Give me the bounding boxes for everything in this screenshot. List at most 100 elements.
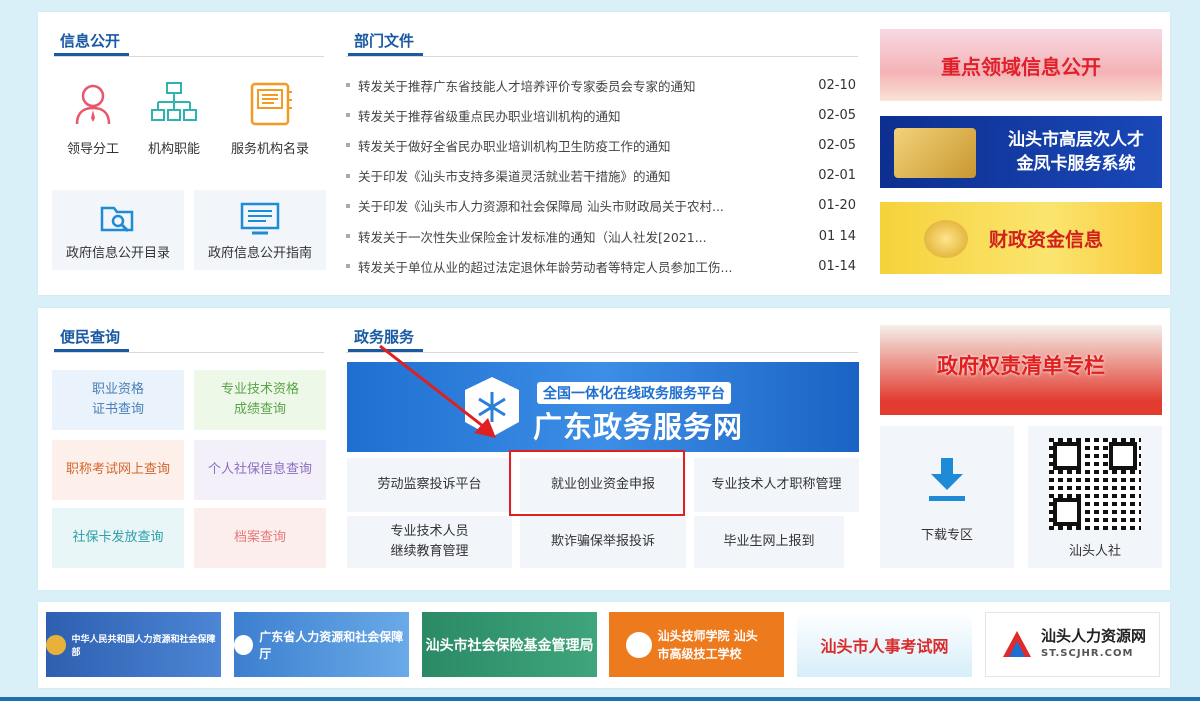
power-list-banner[interactable]: 政府权责清单专栏 bbox=[880, 325, 1162, 415]
qr-code-image bbox=[1049, 438, 1141, 530]
doc-date: 01-14 bbox=[818, 258, 856, 274]
hr-network-logo-icon bbox=[1002, 630, 1031, 657]
doc-title[interactable]: 关于印发《汕头市人力资源和社会保障局 汕头市财政局关于农村... bbox=[358, 196, 811, 215]
person-icon bbox=[75, 84, 111, 125]
query-label: 社保卡发放查询 bbox=[72, 530, 164, 545]
fraud-report-button[interactable]: 欺诈骗保举报投诉 bbox=[520, 516, 686, 568]
download-zone-button[interactable]: 下载专区 bbox=[880, 426, 1014, 568]
emblem-icon bbox=[234, 634, 254, 655]
service-directory-link[interactable]: 服务机构名录 bbox=[220, 80, 320, 157]
continuing-education-button[interactable]: 专业技术人员 继续教育管理 bbox=[347, 516, 512, 568]
query-label: 职业资格 bbox=[91, 382, 144, 397]
annotation-arrow-icon bbox=[379, 344, 496, 438]
bank-card-image bbox=[894, 128, 976, 178]
fiscal-fund-label: 财政资金信息 bbox=[988, 228, 1103, 251]
social-card-query-button[interactable]: 社保卡发放查询 bbox=[52, 508, 184, 568]
gd-hrss-link[interactable]: 广东省人力资源和社会保障厅 bbox=[234, 612, 409, 677]
service-label: 毕业生网上报到 bbox=[723, 534, 815, 549]
query-label: 职称考试网上查询 bbox=[65, 462, 170, 477]
service-directory-label: 服务机构名录 bbox=[230, 142, 309, 157]
doc-title[interactable]: 转发关于做好全省民办职业培训机构卫生防疫工作的通知 bbox=[358, 136, 811, 155]
search-folder-icon bbox=[100, 206, 134, 233]
link-sublabel: ST.SCJHR.COM bbox=[1040, 647, 1134, 659]
key-area-info-label: 重点领域信息公开 bbox=[941, 54, 1101, 79]
professional-title-management-button[interactable]: 专业技术人才职称管理 bbox=[694, 458, 859, 512]
download-icon bbox=[929, 458, 965, 501]
link-label: 汕头人力资源网 bbox=[1040, 626, 1146, 645]
doc-item[interactable]: 转发关于做好全省民办职业培训机构卫生防疫工作的通知 02-05 bbox=[346, 130, 856, 160]
query-label: 个人社保信息查询 bbox=[207, 462, 312, 477]
talent-card-line2: 金凤卡服务系统 bbox=[1016, 154, 1136, 174]
query-label: 成绩查询 bbox=[233, 402, 286, 417]
qualification-cert-query-button[interactable]: 职业资格 证书查询 bbox=[52, 370, 184, 430]
gov-info-guide-label: 政府信息公开指南 bbox=[207, 246, 312, 261]
link-label: 中华人民共和国人力资源和社会保障部 bbox=[71, 634, 216, 658]
doc-item[interactable]: 转发关于推荐省级重点民办职业培训机构的通知 02-05 bbox=[346, 100, 856, 130]
key-area-info-banner[interactable]: 重点领域信息公开 bbox=[880, 29, 1162, 101]
doc-date: 02-10 bbox=[818, 77, 856, 93]
title-exam-query-button[interactable]: 职称考试网上查询 bbox=[52, 440, 184, 500]
st-personnel-exam-link[interactable]: 汕头市人事考试网 bbox=[797, 612, 972, 677]
section-title-docs: 部门文件 bbox=[348, 30, 423, 56]
emblem-icon bbox=[46, 634, 66, 655]
doc-item[interactable]: 转发关于一次性失业保险金计发标准的通知（汕人社发[2021... 01 14 bbox=[346, 221, 856, 251]
labor-inspection-complaint-button[interactable]: 劳动监察投诉平台 bbox=[347, 458, 512, 512]
org-function-label: 机构职能 bbox=[147, 142, 200, 157]
talent-card-line1: 汕头市高层次人才 bbox=[1008, 130, 1144, 150]
gov-info-guide-button[interactable]: 政府信息公开指南 bbox=[194, 190, 326, 270]
service-label: 专业技术人员 bbox=[390, 524, 469, 539]
link-label: 汕头技师学院 汕头市高级技工学校 bbox=[657, 628, 758, 661]
doc-item[interactable]: 关于印发《汕头市人力资源和社会保障局 汕头市财政局关于农村... 01-20 bbox=[346, 191, 856, 221]
doc-date: 01-20 bbox=[818, 198, 856, 214]
st-hr-network-link[interactable]: 汕头人力资源网 ST.SCJHR.COM bbox=[985, 612, 1160, 677]
st-technician-college-link[interactable]: 汕头技师学院 汕头市高级技工学校 bbox=[609, 612, 784, 677]
book-icon bbox=[250, 82, 292, 126]
doc-date: 02-05 bbox=[818, 137, 856, 153]
doc-date: 02-01 bbox=[818, 168, 856, 184]
download-zone-label: 下载专区 bbox=[920, 528, 973, 543]
service-label: 劳动监察投诉平台 bbox=[377, 477, 482, 492]
wechat-qr-card: 汕头人社 bbox=[1028, 426, 1162, 568]
talent-card-banner[interactable]: 汕头市高层次人才 金凤卡服务系统 bbox=[880, 116, 1162, 188]
highlight-box bbox=[509, 450, 685, 516]
graduate-registration-button[interactable]: 毕业生网上报到 bbox=[694, 516, 844, 568]
doc-item[interactable]: 转发关于单位从业的超过法定退休年龄劳动者等特定人员参加工伤... 01-14 bbox=[346, 251, 856, 281]
doc-list: 转发关于推荐广东省技能人才培养评价专家委员会专家的通知 02-10 转发关于推荐省… bbox=[346, 70, 856, 281]
service-label: 继续教育管理 bbox=[390, 544, 469, 559]
gov-info-catalog-label: 政府信息公开目录 bbox=[65, 246, 170, 261]
link-label: 汕头市人事考试网 bbox=[820, 636, 949, 656]
archive-query-button[interactable]: 档案查询 bbox=[194, 508, 326, 568]
coin-icon bbox=[924, 220, 968, 258]
social-insurance-query-button[interactable]: 个人社保信息查询 bbox=[194, 440, 326, 500]
footer-divider bbox=[0, 697, 1200, 701]
query-label: 证书查询 bbox=[91, 402, 144, 417]
query-label: 专业技术资格 bbox=[220, 382, 299, 397]
org-chart-icon bbox=[151, 82, 197, 121]
section-title-query: 便民查询 bbox=[54, 326, 129, 352]
monitor-icon bbox=[240, 202, 280, 235]
college-logo-icon bbox=[625, 631, 652, 658]
gov-info-catalog-button[interactable]: 政府信息公开目录 bbox=[52, 190, 184, 270]
doc-title[interactable]: 转发关于一次性失业保险金计发标准的通知（汕人社发[2021... bbox=[358, 227, 811, 246]
power-list-label: 政府权责清单专栏 bbox=[937, 354, 1105, 378]
doc-date: 01 14 bbox=[818, 228, 856, 244]
fiscal-fund-banner[interactable]: 财政资金信息 bbox=[880, 202, 1162, 274]
mohrss-link[interactable]: 中华人民共和国人力资源和社会保障部 bbox=[46, 612, 221, 677]
section-title-info: 信息公开 bbox=[54, 30, 129, 56]
wechat-qr-label: 汕头人社 bbox=[1068, 544, 1121, 559]
service-label: 专业技术人才职称管理 bbox=[711, 477, 842, 492]
doc-title[interactable]: 转发关于推荐省级重点民办职业培训机构的通知 bbox=[358, 106, 811, 125]
link-label: 广东省人力资源和社会保障厅 bbox=[259, 629, 404, 661]
doc-date: 02-05 bbox=[818, 107, 856, 123]
link-label: 汕头市社会保险基金管理局 bbox=[425, 637, 594, 654]
st-social-insurance-fund-link[interactable]: 汕头市社会保险基金管理局 bbox=[422, 612, 597, 677]
doc-title[interactable]: 转发关于推荐广东省技能人才培养评价专家委员会专家的通知 bbox=[358, 76, 811, 95]
tech-qualification-score-button[interactable]: 专业技术资格 成绩查询 bbox=[194, 370, 326, 430]
leader-division-label: 领导分工 bbox=[66, 142, 119, 157]
org-function-link[interactable]: 机构职能 bbox=[124, 80, 224, 157]
doc-item[interactable]: 转发关于推荐广东省技能人才培养评价专家委员会专家的通知 02-10 bbox=[346, 70, 856, 100]
query-label: 档案查询 bbox=[233, 530, 286, 545]
doc-title[interactable]: 转发关于单位从业的超过法定退休年龄劳动者等特定人员参加工伤... bbox=[358, 257, 811, 276]
doc-title[interactable]: 关于印发《汕头市支持多渠道灵活就业若干措施》的通知 bbox=[358, 166, 811, 185]
doc-item[interactable]: 关于印发《汕头市支持多渠道灵活就业若干措施》的通知 02-01 bbox=[346, 161, 856, 191]
